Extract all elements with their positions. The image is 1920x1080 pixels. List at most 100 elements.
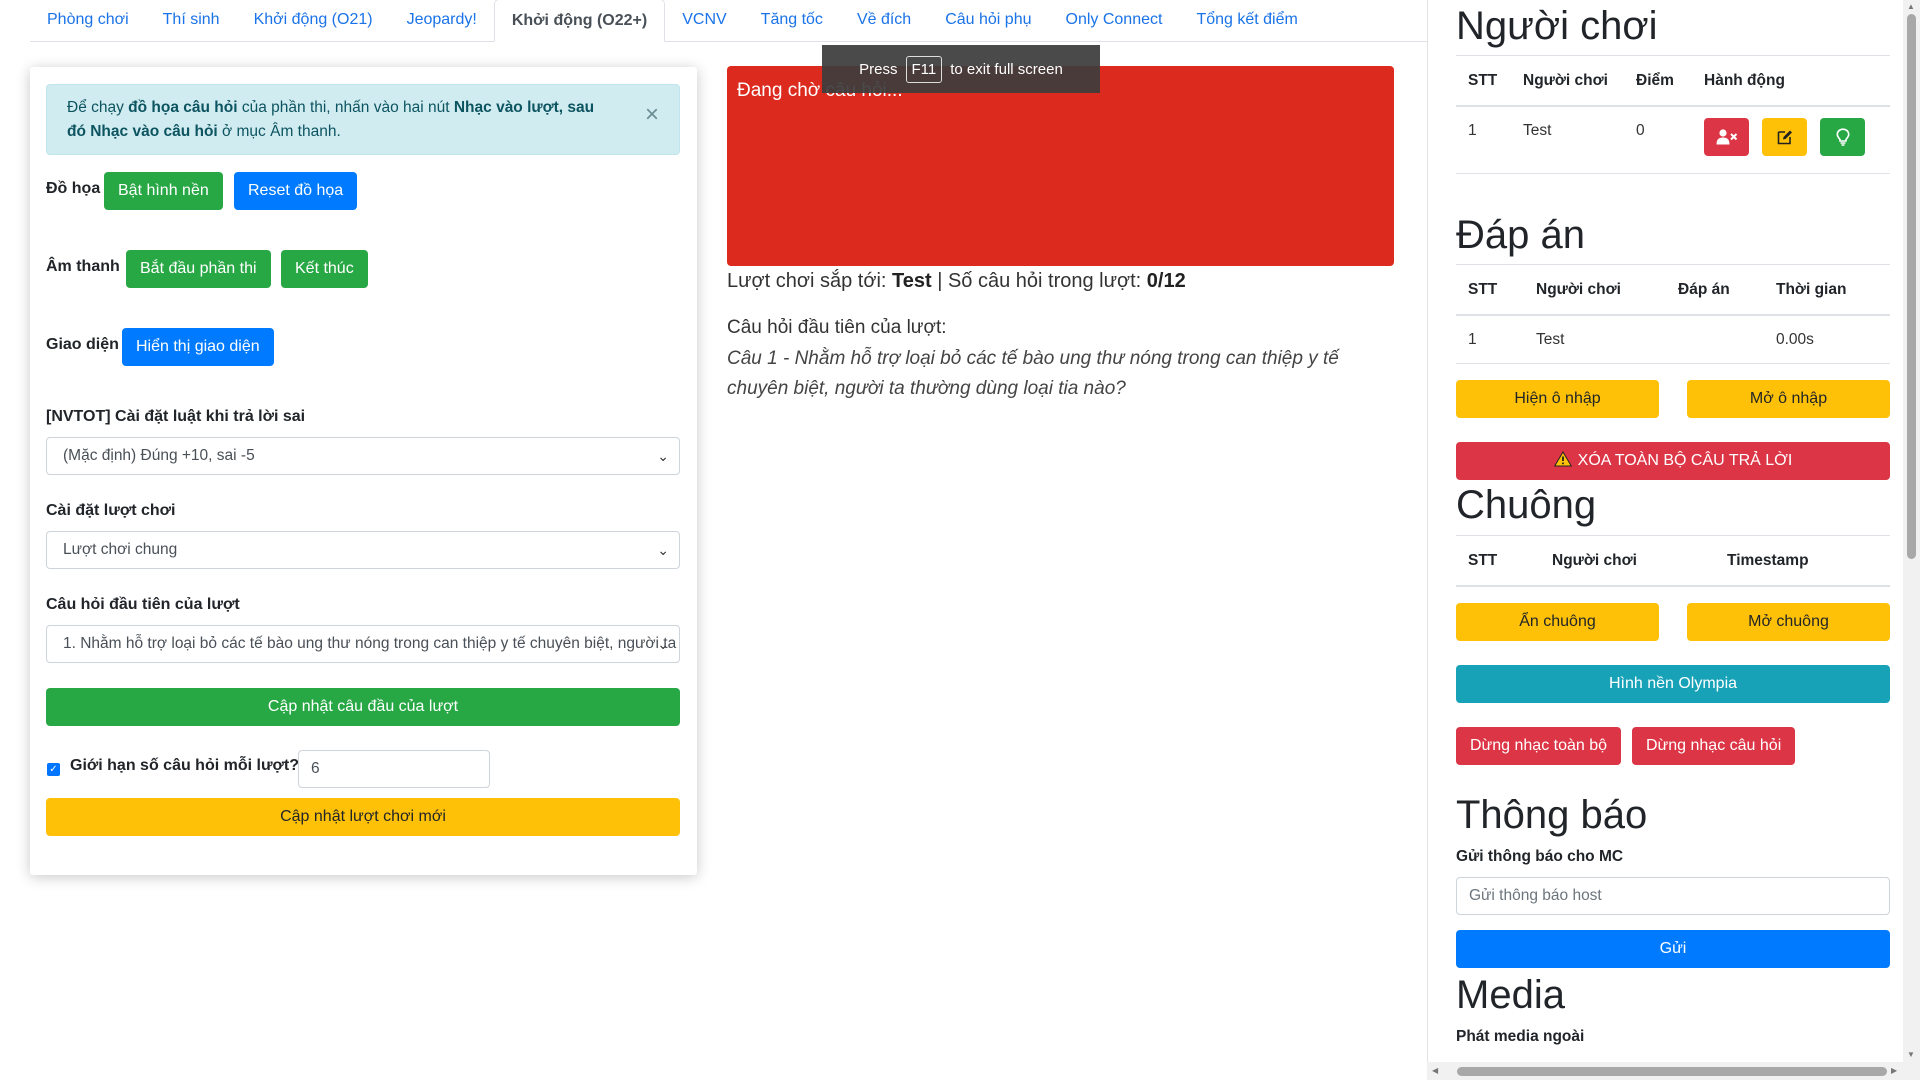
notice-input[interactable]: Gửi thông báo host [1456, 877, 1890, 915]
toast-press: Press [859, 60, 898, 78]
next-turn-sep: | Số câu hỏi trong lượt: [931, 270, 1147, 292]
turn-setting-label: Cài đặt lượt chơi [46, 502, 176, 519]
warning-icon [1553, 451, 1572, 467]
answer-stt: 1 [1468, 331, 1477, 348]
hide-bell-button[interactable]: Ẩn chuông [1456, 603, 1659, 641]
first-question-value: 1. Nhằm hỗ trợ loại bỏ các tế bào ung th… [63, 635, 679, 652]
divider [1456, 55, 1890, 56]
bell-table: STT Người chơi Timestamp [1456, 535, 1890, 595]
players-title: Người chơi [1456, 4, 1658, 48]
chevron-down-icon: ⌄ [657, 542, 669, 558]
tab-tong-ket-diem[interactable]: Tổng kết điểm [1179, 0, 1314, 41]
col-player: Người chơi [1536, 281, 1621, 298]
alert-text-3: ở mục Âm thanh. [217, 123, 341, 140]
scroll-down-icon[interactable]: ▼ [1907, 1050, 1915, 1059]
update-first-question-button[interactable]: Cập nhật câu đầu của lượt [46, 688, 680, 726]
vertical-scrollbar[interactable]: ▲ ▼ [1903, 0, 1920, 1080]
open-bell-button[interactable]: Mở chuông [1687, 603, 1890, 641]
start-round-button[interactable]: Bắt đầu phần thi [126, 250, 271, 288]
tab-jeopardy[interactable]: Jeopardy! [390, 0, 494, 41]
alert-text-1: Để chạy [67, 99, 129, 116]
answer-player: Test [1536, 331, 1565, 348]
close-icon[interactable]: × [645, 103, 659, 127]
next-turn-count: 0/12 [1146, 270, 1186, 292]
right-panel: Người chơi STT Người chơi Điểm Hành động… [1427, 0, 1903, 1080]
send-notice-button[interactable]: Gửi [1456, 930, 1890, 968]
tab-cau-hoi-phu[interactable]: Câu hỏi phụ [928, 0, 1048, 41]
answers-title: Đáp án [1456, 213, 1585, 257]
remove-player-button[interactable] [1704, 118, 1749, 156]
graphics-label: Đồ họa [46, 180, 101, 197]
update-turn-button[interactable]: Cập nhật lượt chơi mới [46, 798, 680, 836]
tab-only-connect[interactable]: Only Connect [1049, 0, 1180, 41]
hint-button[interactable] [1820, 118, 1865, 156]
clear-all-answers-button[interactable]: XÓA TOÀN BỘ CÂU TRẢ LỜI [1456, 442, 1890, 480]
show-input-button[interactable]: Hiện ô nhập [1456, 380, 1659, 418]
limit-input[interactable]: 6 [298, 750, 490, 788]
rule-select[interactable]: (Mặc định) Đúng +10, sai -5 ⌄ [46, 437, 680, 475]
divider [1456, 585, 1890, 587]
tab-ve-dich[interactable]: Về đích [840, 0, 928, 41]
tab-vcnv[interactable]: VCNV [665, 0, 743, 41]
alert-bold-1: đồ họa câu hỏi [128, 99, 238, 116]
divider [1456, 363, 1890, 364]
notice-label: Gửi thông báo cho MC [1456, 848, 1624, 865]
col-player: Người chơi [1552, 552, 1637, 569]
media-title: Media [1456, 973, 1565, 1017]
open-input-button[interactable]: Mở ô nhập [1687, 380, 1890, 418]
stop-all-music-button[interactable]: Dừng nhạc toàn bộ [1456, 727, 1622, 765]
toast-key: F11 [905, 55, 943, 83]
col-stt: STT [1468, 72, 1498, 89]
rule-label: [NVTOT] Cài đặt luật khi trả lời sai [46, 408, 306, 425]
player-name: Test [1523, 122, 1552, 139]
next-turn-info: Lượt chơi sắp tới: Test | Số câu hỏi tro… [727, 270, 1186, 293]
tab-thi-sinh[interactable]: Thí sinh [146, 0, 237, 41]
player-stt: 1 [1468, 122, 1477, 139]
chevron-down-icon: ⌄ [657, 448, 669, 464]
divider [1456, 105, 1890, 107]
tab-khoi-dong-o22[interactable]: Khởi động (O22+) [493, 0, 666, 42]
divider [1456, 535, 1890, 536]
player-score: 0 [1636, 122, 1645, 139]
turn-setting-select[interactable]: Lượt chơi chung ⌄ [46, 531, 680, 569]
col-player: Người chơi [1523, 72, 1608, 89]
sound-label: Âm thanh [46, 258, 120, 275]
tab-khoi-dong-o21[interactable]: Khởi động (O21) [237, 0, 390, 41]
info-alert: Để chạy đồ họa câu hỏi của phần thi, nhấ… [46, 84, 680, 155]
col-stt: STT [1468, 281, 1498, 298]
limit-checkbox[interactable]: ✓ [47, 763, 60, 776]
reset-graphics-button[interactable]: Reset đồ họa [234, 172, 358, 210]
scroll-left-icon[interactable]: ◀ [1432, 1066, 1438, 1075]
first-question-heading: Câu hỏi đầu tiên của lượt: [727, 317, 947, 338]
scroll-right-icon[interactable]: ▶ [1891, 1066, 1897, 1075]
stop-question-music-button[interactable]: Dừng nhạc câu hỏi [1632, 727, 1796, 765]
olympia-background-button[interactable]: Hình nền Olympia [1456, 665, 1890, 703]
tab-phong-choi[interactable]: Phòng chơi [30, 0, 146, 41]
edit-player-button[interactable] [1762, 118, 1807, 156]
col-time: Thời gian [1776, 281, 1847, 298]
tab-tang-toc[interactable]: Tăng tốc [744, 0, 840, 41]
bell-title: Chuông [1456, 483, 1597, 527]
answers-table: STT Người chơi Đáp án Thời gian 1 Test 0… [1456, 264, 1890, 364]
ui-label: Giao diện [46, 336, 119, 353]
enable-background-button[interactable]: Bật hình nền [104, 172, 223, 210]
first-question-label: Câu hỏi đầu tiên của lượt [46, 596, 240, 613]
user-remove-icon [1716, 129, 1737, 145]
rule-select-value: (Mặc định) Đúng +10, sai -5 [63, 447, 255, 464]
horizontal-scrollbar[interactable]: ◀ ▶ [1427, 1062, 1903, 1080]
scroll-up-icon[interactable]: ▲ [1907, 2, 1915, 11]
first-question-select[interactable]: 1. Nhằm hỗ trợ loại bỏ các tế bào ung th… [46, 625, 680, 663]
media-label: Phát media ngoài [1456, 1028, 1585, 1045]
divider [1456, 173, 1890, 174]
scroll-thumb[interactable] [1907, 14, 1916, 559]
col-stt: STT [1468, 552, 1498, 569]
fullscreen-toast: Press F11 to exit full screen [822, 45, 1100, 93]
players-table: STT Người chơi Điểm Hành động 1 Test 0 [1456, 55, 1890, 175]
lightbulb-icon [1835, 128, 1850, 146]
end-button[interactable]: Kết thúc [281, 250, 368, 288]
scroll-thumb[interactable] [1457, 1067, 1887, 1076]
show-ui-button[interactable]: Hiển thị giao diện [122, 328, 274, 366]
col-timestamp: Timestamp [1727, 552, 1809, 569]
next-turn-player: Test [892, 270, 932, 292]
nav-tabs: Phòng chơi Thí sinh Khởi động (O21) Jeop… [30, 0, 1427, 42]
